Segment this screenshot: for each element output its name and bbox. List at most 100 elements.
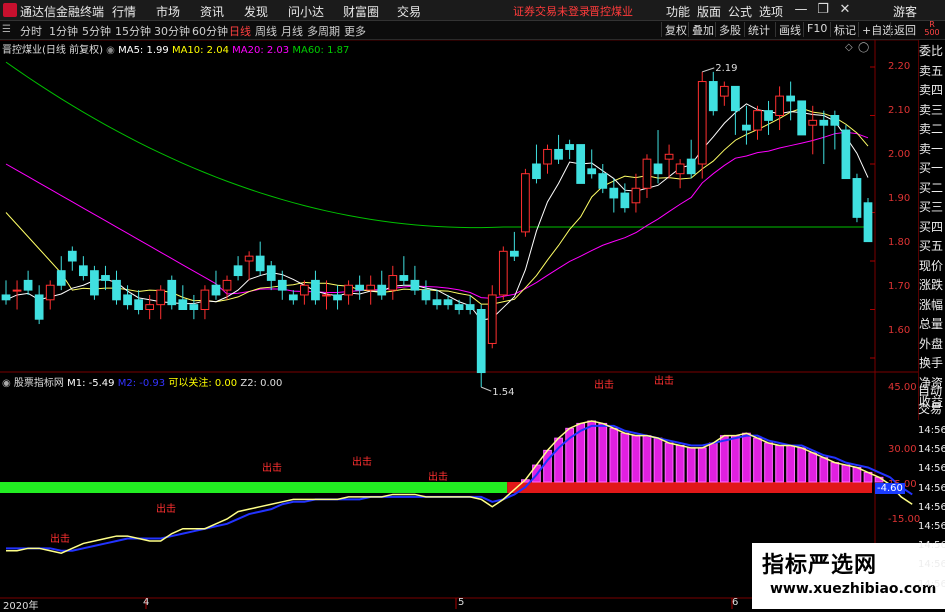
side-field: 涨幅 <box>919 297 944 312</box>
menu-news[interactable]: 资讯 <box>200 3 224 20</box>
btn-stats[interactable]: 统计 <box>744 22 773 37</box>
menu-formula[interactable]: 公式 <box>728 3 752 20</box>
candle-down <box>134 299 143 310</box>
histogram-bar <box>664 442 674 483</box>
menu-trade[interactable]: 交易 <box>397 3 421 20</box>
tick-time: 14:56 <box>918 540 945 552</box>
side-field: 卖五 <box>919 63 944 78</box>
candle-down <box>255 255 265 272</box>
sub-tick: -15.00 <box>888 514 921 525</box>
menu-community[interactable]: 财富圈 <box>343 3 379 20</box>
current-stock: 晋控煤业 <box>589 5 633 18</box>
quote-side-panel: 委比 卖五 卖四 卖三 卖二 卖一 买一 买二 买三 买四 买五 现价 涨跌 涨幅 总量 外盘 换手 净资 收益 <box>918 40 945 420</box>
candle-down <box>1 294 11 301</box>
candle-up <box>719 85 729 97</box>
candle-down <box>410 279 420 291</box>
tick-time: 14:56 <box>918 482 945 494</box>
side-field: 买一 <box>919 161 944 175</box>
menu-discover[interactable]: 发现 <box>244 3 268 20</box>
menu-options[interactable]: 选项 <box>759 3 783 20</box>
watermark-url: www.xuezhibiao.com <box>770 581 937 597</box>
histogram-bar <box>841 464 851 483</box>
histogram-bar <box>675 444 685 483</box>
price-tick: 2.00 <box>888 149 911 160</box>
kline-chart[interactable]: 出击出击出击出击出击出击 出击 2.191.54 <box>0 40 918 609</box>
tab-timeshare[interactable]: 分时 <box>20 23 42 39</box>
histogram-bar <box>753 437 762 483</box>
histogram-bar <box>708 442 718 483</box>
candle-down <box>67 250 77 262</box>
candle-down <box>211 284 221 296</box>
close-icon[interactable]: ✕ <box>836 1 854 19</box>
menu-ask[interactable]: 问小达 <box>288 3 324 20</box>
candle-down <box>34 294 44 320</box>
signal-label: 出击 <box>654 374 674 387</box>
tab-more[interactable]: 更多 <box>344 23 366 39</box>
candle-down <box>355 284 365 291</box>
histogram-bar <box>808 452 818 483</box>
tab-multiperiod[interactable]: 多周期 <box>307 23 340 39</box>
btn-adjust[interactable]: 复权 <box>661 22 690 37</box>
btn-mark[interactable]: 标记 <box>830 22 859 37</box>
candle-up <box>300 284 309 296</box>
histogram-bar <box>731 435 740 483</box>
tab-monthly[interactable]: 月线 <box>281 23 303 39</box>
signal-label: 出击 <box>262 461 282 474</box>
candle-up <box>697 81 707 165</box>
menu-quotes[interactable]: 行情 <box>112 3 136 20</box>
tab-30min[interactable]: 30分钟 <box>154 23 190 39</box>
candle-down <box>819 119 829 126</box>
guest-label[interactable]: 游客 <box>893 3 917 20</box>
price-tick: 2.10 <box>888 105 911 116</box>
signal-label: 出击 <box>352 455 372 468</box>
candle-up <box>388 275 398 291</box>
histogram-bar <box>775 444 784 483</box>
auto-trade-label[interactable]: 交易 <box>918 402 945 417</box>
btn-overlay[interactable]: 叠加 <box>688 22 717 37</box>
tick-time: 14:56 <box>918 444 945 456</box>
toolbar-menu-icon[interactable]: ☰ <box>2 24 12 36</box>
histogram-bar <box>797 447 807 483</box>
btn-multistock[interactable]: 多股 <box>715 22 744 37</box>
tab-15min[interactable]: 15分钟 <box>115 23 151 39</box>
date-tick: 2020年 <box>3 601 39 612</box>
histogram-bar <box>598 422 608 483</box>
watermark-box: 指标严选网 www.xuezhibiao.com <box>752 543 945 609</box>
tab-60min[interactable]: 60分钟 <box>192 23 228 39</box>
candle-down <box>587 168 597 175</box>
candle-down <box>112 279 121 301</box>
candle-down <box>598 173 608 189</box>
candle-down <box>764 110 773 121</box>
tab-5min[interactable]: 5分钟 <box>82 23 111 39</box>
high-pointer <box>702 67 715 73</box>
login-notice[interactable]: 证券交易未登录 <box>513 3 590 19</box>
candle-down <box>233 265 243 277</box>
low-label: 1.54 <box>492 387 514 398</box>
histogram-bar <box>742 432 751 483</box>
menu-layout[interactable]: 版面 <box>697 3 721 20</box>
candle-down <box>532 163 541 180</box>
signal-label: 出击 <box>50 532 70 545</box>
menu-market[interactable]: 市场 <box>156 3 180 20</box>
histogram-bar <box>852 467 862 483</box>
restore-icon[interactable]: ❐ <box>814 1 832 19</box>
side-field: 买四 <box>919 219 944 234</box>
auto-trade-label[interactable]: 自动 <box>918 384 945 399</box>
menu-functions[interactable]: 功能 <box>666 3 690 20</box>
candle-up <box>487 294 497 344</box>
btn-f10[interactable]: F10 <box>803 22 830 37</box>
btn-back[interactable]: 返回 <box>890 22 919 37</box>
candle-down <box>266 265 276 281</box>
candle-down <box>178 299 188 310</box>
candle-down <box>830 115 840 126</box>
tab-daily[interactable]: 日线 <box>229 23 251 39</box>
tab-1min[interactable]: 1分钟 <box>49 23 78 39</box>
candle-up <box>200 289 210 311</box>
minimize-icon[interactable]: — <box>792 1 810 19</box>
candle-down <box>863 202 873 243</box>
btn-draw[interactable]: 画线 <box>775 22 804 37</box>
tab-weekly[interactable]: 周线 <box>255 23 277 39</box>
app-name: 通达信金融终端 <box>20 5 105 19</box>
current-value-badge: -4.60 <box>875 483 905 494</box>
histogram-bar <box>609 427 619 483</box>
